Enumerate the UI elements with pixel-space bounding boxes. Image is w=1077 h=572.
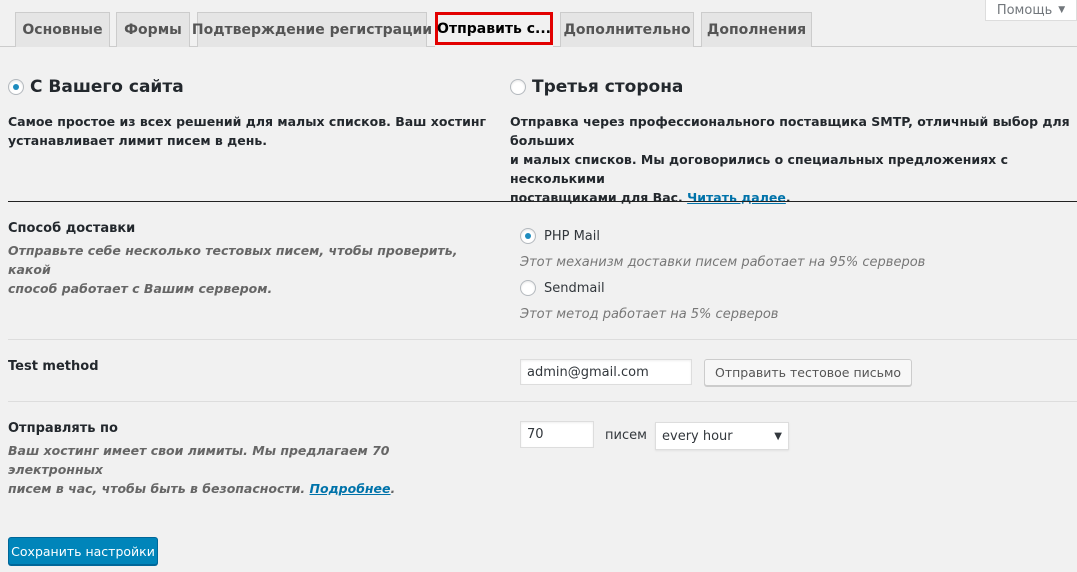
desc-line: Отправьте себе несколько тестовых писем,… <box>8 243 458 277</box>
desc-line: писем в час, чтобы быть в безопасности. … <box>8 479 488 498</box>
delivery-method-description: Отправьте себе несколько тестовых писем,… <box>8 241 488 298</box>
more-info-link[interactable]: Подробнее <box>310 481 391 496</box>
tab-bar: Основные Формы Подтверждение регистрации… <box>0 12 1077 48</box>
desc-period: . <box>785 190 791 205</box>
tab-forms[interactable]: Формы <box>116 12 190 47</box>
settings-page: Помощь ▼ Основные Формы Подтверждение ре… <box>0 0 1077 572</box>
tab-label: Дополнения <box>706 22 807 38</box>
save-settings-button[interactable]: Сохранить настройки <box>8 537 158 565</box>
send-test-email-button[interactable]: Отправить тестовое письмо <box>704 359 913 386</box>
tab-label: Формы <box>124 22 182 38</box>
desc-line: способ работает с Вашим сервером. <box>8 281 273 296</box>
desc-line: Отправка через профессионального поставщ… <box>510 114 1070 148</box>
own-site-option[interactable]: С Вашего сайта <box>8 77 184 97</box>
own-site-radio[interactable] <box>8 79 24 95</box>
sendmail-label: Sendmail <box>544 280 605 296</box>
test-email-value: admin@gmail.com <box>527 364 649 380</box>
test-method-title: Test method <box>8 359 99 374</box>
tab-label: Дополнительно <box>563 22 691 38</box>
email-count-value: 70 <box>527 427 544 442</box>
php-mail-radio[interactable] <box>520 228 536 244</box>
third-party-title: Третья сторона <box>532 77 684 97</box>
tab-label: Основные <box>22 22 103 38</box>
tab-advanced[interactable]: Дополнительно <box>560 12 694 47</box>
sendmail-description: Этот метод работает на 5% серверов <box>520 307 779 322</box>
php-mail-option[interactable]: PHP Mail <box>520 228 600 244</box>
sendmail-radio[interactable] <box>520 280 536 296</box>
section-divider <box>8 401 1077 402</box>
own-site-description: Самое простое из всех решений для малых … <box>8 112 488 150</box>
tab-label: Подтверждение регистрации <box>191 22 433 38</box>
email-count-input[interactable]: 70 <box>520 421 594 448</box>
send-frequency-title: Отправлять по <box>8 421 118 436</box>
third-party-description: Отправка через профессионального поставщ… <box>510 112 1077 207</box>
read-more-link[interactable]: Читать далее <box>687 190 786 205</box>
section-divider <box>8 201 1077 202</box>
php-mail-description: Этот механизм доставки писем работает на… <box>520 255 926 270</box>
interval-value: every hour <box>662 428 733 444</box>
third-party-option[interactable]: Третья сторона <box>510 77 683 97</box>
tab-label: Отправить с... <box>437 20 551 37</box>
desc-line: и малых списков. Мы договорились о специ… <box>510 152 1009 186</box>
section-divider <box>8 339 1077 340</box>
desc-line: Ваш хостинг имеет свои лимиты. Мы предла… <box>8 443 390 477</box>
email-unit-label: писем <box>605 428 647 443</box>
tab-addons[interactable]: Дополнения <box>701 12 812 47</box>
desc-text: поставщиками для Вас. <box>510 190 683 205</box>
third-party-radio[interactable] <box>510 79 526 95</box>
interval-select[interactable]: every hour ▼ <box>655 422 789 450</box>
tab-highlight: Отправить с... <box>435 12 553 45</box>
tab-signup-confirmation[interactable]: Подтверждение регистрации <box>192 12 432 47</box>
save-settings-label: Сохранить настройки <box>11 543 155 559</box>
delivery-method-title: Способ доставки <box>8 221 136 236</box>
own-site-title: С Вашего сайта <box>30 77 184 97</box>
send-frequency-description: Ваш хостинг имеет свои лимиты. Мы предла… <box>8 441 488 498</box>
desc-period: . <box>390 481 396 496</box>
desc-line: Самое простое из всех решений для малых … <box>8 114 487 129</box>
chevron-down-icon: ▼ <box>774 430 782 442</box>
send-test-email-label: Отправить тестовое письмо <box>715 365 902 380</box>
desc-line: устанавливает лимит писем в день. <box>8 133 268 148</box>
tab-general[interactable]: Основные <box>15 12 110 47</box>
php-mail-label: PHP Mail <box>544 228 600 244</box>
desc-line: поставщиками для Вас. Читать далее. <box>510 188 1077 207</box>
sendmail-option[interactable]: Sendmail <box>520 280 605 296</box>
tab-send-with[interactable]: Отправить с... <box>435 12 553 48</box>
test-email-input[interactable]: admin@gmail.com <box>520 359 692 385</box>
desc-text: писем в час, чтобы быть в безопасности. <box>8 481 306 496</box>
